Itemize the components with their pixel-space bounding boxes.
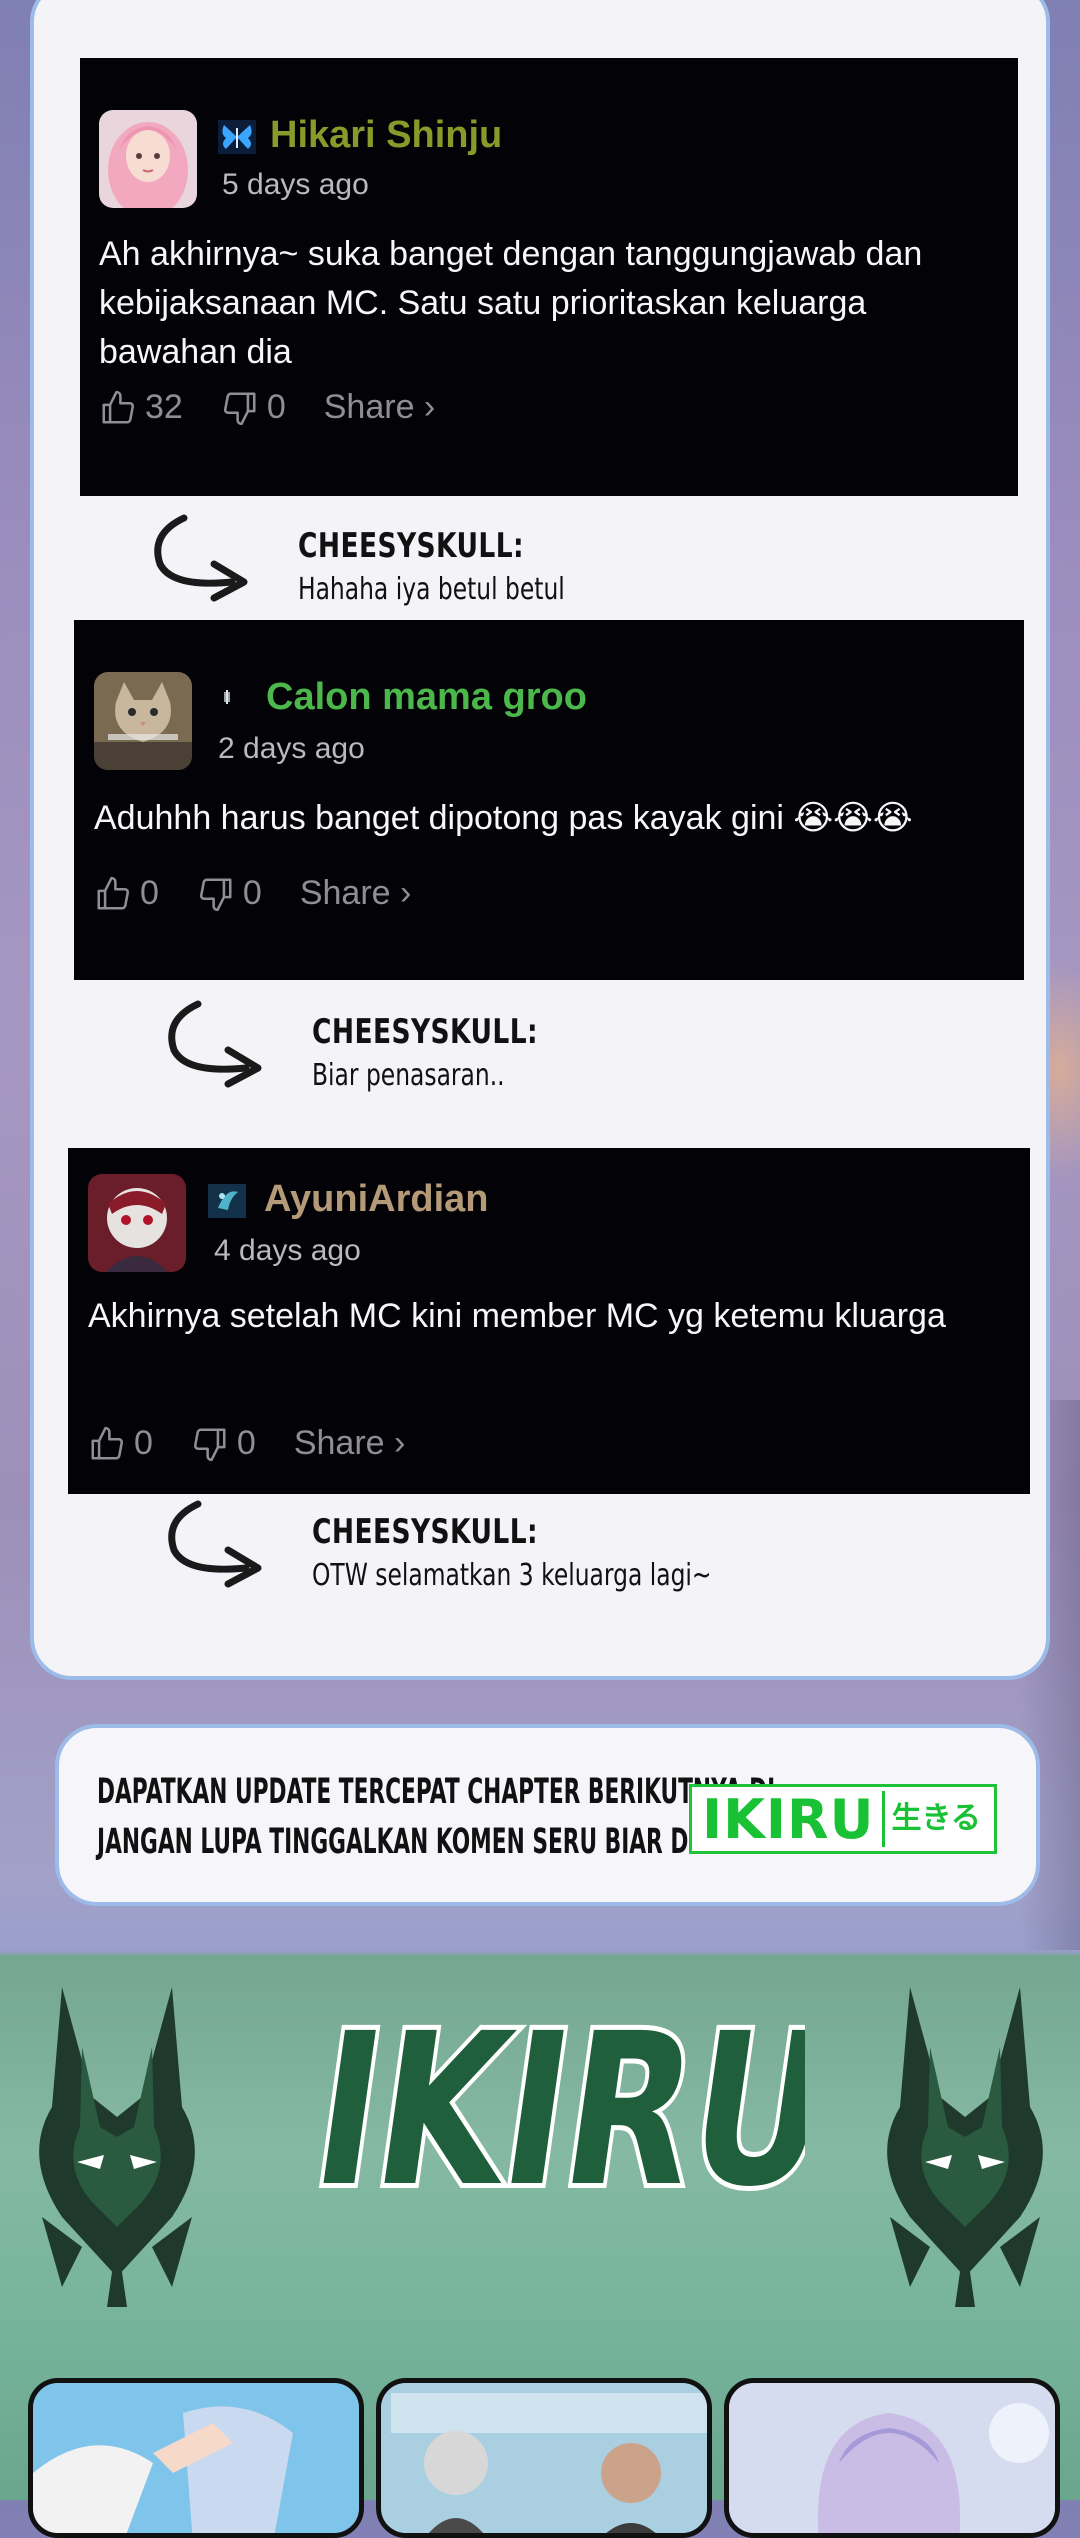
pink-hair-avatar[interactable] xyxy=(99,110,197,208)
reply-author: CHEESYSKULL: xyxy=(298,526,525,566)
wolf-head-icon xyxy=(887,1987,1043,2307)
like-button[interactable]: 0 xyxy=(94,874,159,913)
timestamp: 2 days ago xyxy=(218,732,365,765)
comment-actions: 32 0 Share › xyxy=(99,388,473,427)
dislike-count: 0 xyxy=(242,874,262,912)
ikiru-title-logo: IKIRU xyxy=(297,1993,805,2223)
timestamp: 4 days ago xyxy=(214,1234,361,1267)
brand-title: IKIRU xyxy=(301,1993,805,2223)
like-button[interactable]: 32 xyxy=(99,388,183,427)
reply-author: CHEESYSKULL: xyxy=(312,1512,539,1552)
username[interactable]: Calon mama groo xyxy=(266,676,587,719)
like-button[interactable]: 0 xyxy=(88,1424,153,1463)
reply-author: CHEESYSKULL: xyxy=(312,1012,539,1052)
share-label: Share › xyxy=(299,874,412,912)
comment-text: Ah akhirnya~ suka banget dengan tanggung… xyxy=(99,235,923,371)
comment-2: Calon mama groo 2 days ago Aduhhh harus … xyxy=(74,620,1024,980)
dislike-button[interactable]: 0 xyxy=(191,1424,256,1463)
ikiru-logo-badge[interactable]: IKIRU 生きる xyxy=(689,1784,997,1854)
share-button[interactable]: Share › xyxy=(324,388,436,427)
comment-actions: 0 0 Share › xyxy=(88,1424,443,1463)
logo-subtitle: 生きる xyxy=(882,1791,981,1847)
manga-thumbnail-image xyxy=(33,2383,359,2533)
manga-thumbnail-image xyxy=(381,2383,707,2533)
reply-text: OTW selamatkan 3 keluarga lagi~ xyxy=(312,1558,712,1593)
notify-line-2: JANGAN LUPA TINGGALKAN KOMEN SERU BIAR D… xyxy=(97,1822,780,1862)
thumbs-up-icon xyxy=(91,1426,124,1460)
dislike-count: 0 xyxy=(236,1424,256,1462)
thumbs-down-icon xyxy=(193,1427,226,1461)
thumbnail-card-2[interactable] xyxy=(376,2378,712,2538)
wolf-head-icon xyxy=(39,1987,195,2307)
thumbs-down-icon xyxy=(199,877,232,911)
curved-arrow-icon xyxy=(154,514,248,602)
teal-flair-icon xyxy=(208,1184,246,1218)
share-label: Share › xyxy=(293,1424,406,1462)
thumbs-up-icon xyxy=(102,390,135,424)
comment-1: Hikari Shinju 5 days ago Ah akhirnya~ su… xyxy=(80,58,1018,496)
comments-card: Hikari Shinju 5 days ago Ah akhirnya~ su… xyxy=(30,0,1050,1680)
comment-text: Akhirnya setelah MC kini member MC yg ke… xyxy=(88,1297,946,1335)
dislike-button[interactable]: 0 xyxy=(221,388,286,427)
notify-line-1: DAPATKAN UPDATE TERCEPAT CHAPTER BERIKUT… xyxy=(97,1772,776,1812)
like-count: 0 xyxy=(140,874,159,912)
cat-avatar[interactable] xyxy=(94,672,192,770)
comment-text: Aduhhh harus banget dipotong pas kayak g… xyxy=(94,799,913,837)
manga-thumbnail-image xyxy=(729,2383,1055,2533)
share-button[interactable]: Share › xyxy=(300,874,412,913)
comment-actions: 0 0 Share › xyxy=(94,874,449,913)
thumbnail-card-3[interactable] xyxy=(724,2378,1060,2538)
curved-arrow-icon xyxy=(168,1000,262,1088)
small-flair-icon xyxy=(216,686,238,708)
comment-3: AyuniArdian 4 days ago Akhirnya setelah … xyxy=(68,1148,1030,1494)
like-count: 0 xyxy=(134,1424,153,1462)
reply-text: Hahaha iya betul betul xyxy=(298,572,565,607)
thumbnail-card-1[interactable] xyxy=(28,2378,364,2538)
reply-text: Biar penasaran.. xyxy=(312,1058,505,1093)
thumbs-down-icon xyxy=(223,391,256,425)
share-button[interactable]: Share › xyxy=(294,1424,406,1463)
curved-arrow-icon xyxy=(168,1500,262,1588)
butterfly-icon xyxy=(218,120,256,154)
dislike-count: 0 xyxy=(266,388,286,426)
dislike-button[interactable]: 0 xyxy=(197,874,262,913)
share-label: Share › xyxy=(323,388,436,426)
thumbs-up-icon xyxy=(97,876,130,910)
like-count: 32 xyxy=(145,388,183,426)
username[interactable]: Hikari Shinju xyxy=(270,114,502,157)
timestamp: 5 days ago xyxy=(222,168,369,201)
logo-wordmark: IKIRU xyxy=(702,1787,875,1851)
notify-banner: DAPATKAN UPDATE TERCEPAT CHAPTER BERIKUT… xyxy=(55,1724,1040,1906)
character-avatar[interactable] xyxy=(88,1174,186,1272)
username[interactable]: AyuniArdian xyxy=(264,1178,489,1221)
